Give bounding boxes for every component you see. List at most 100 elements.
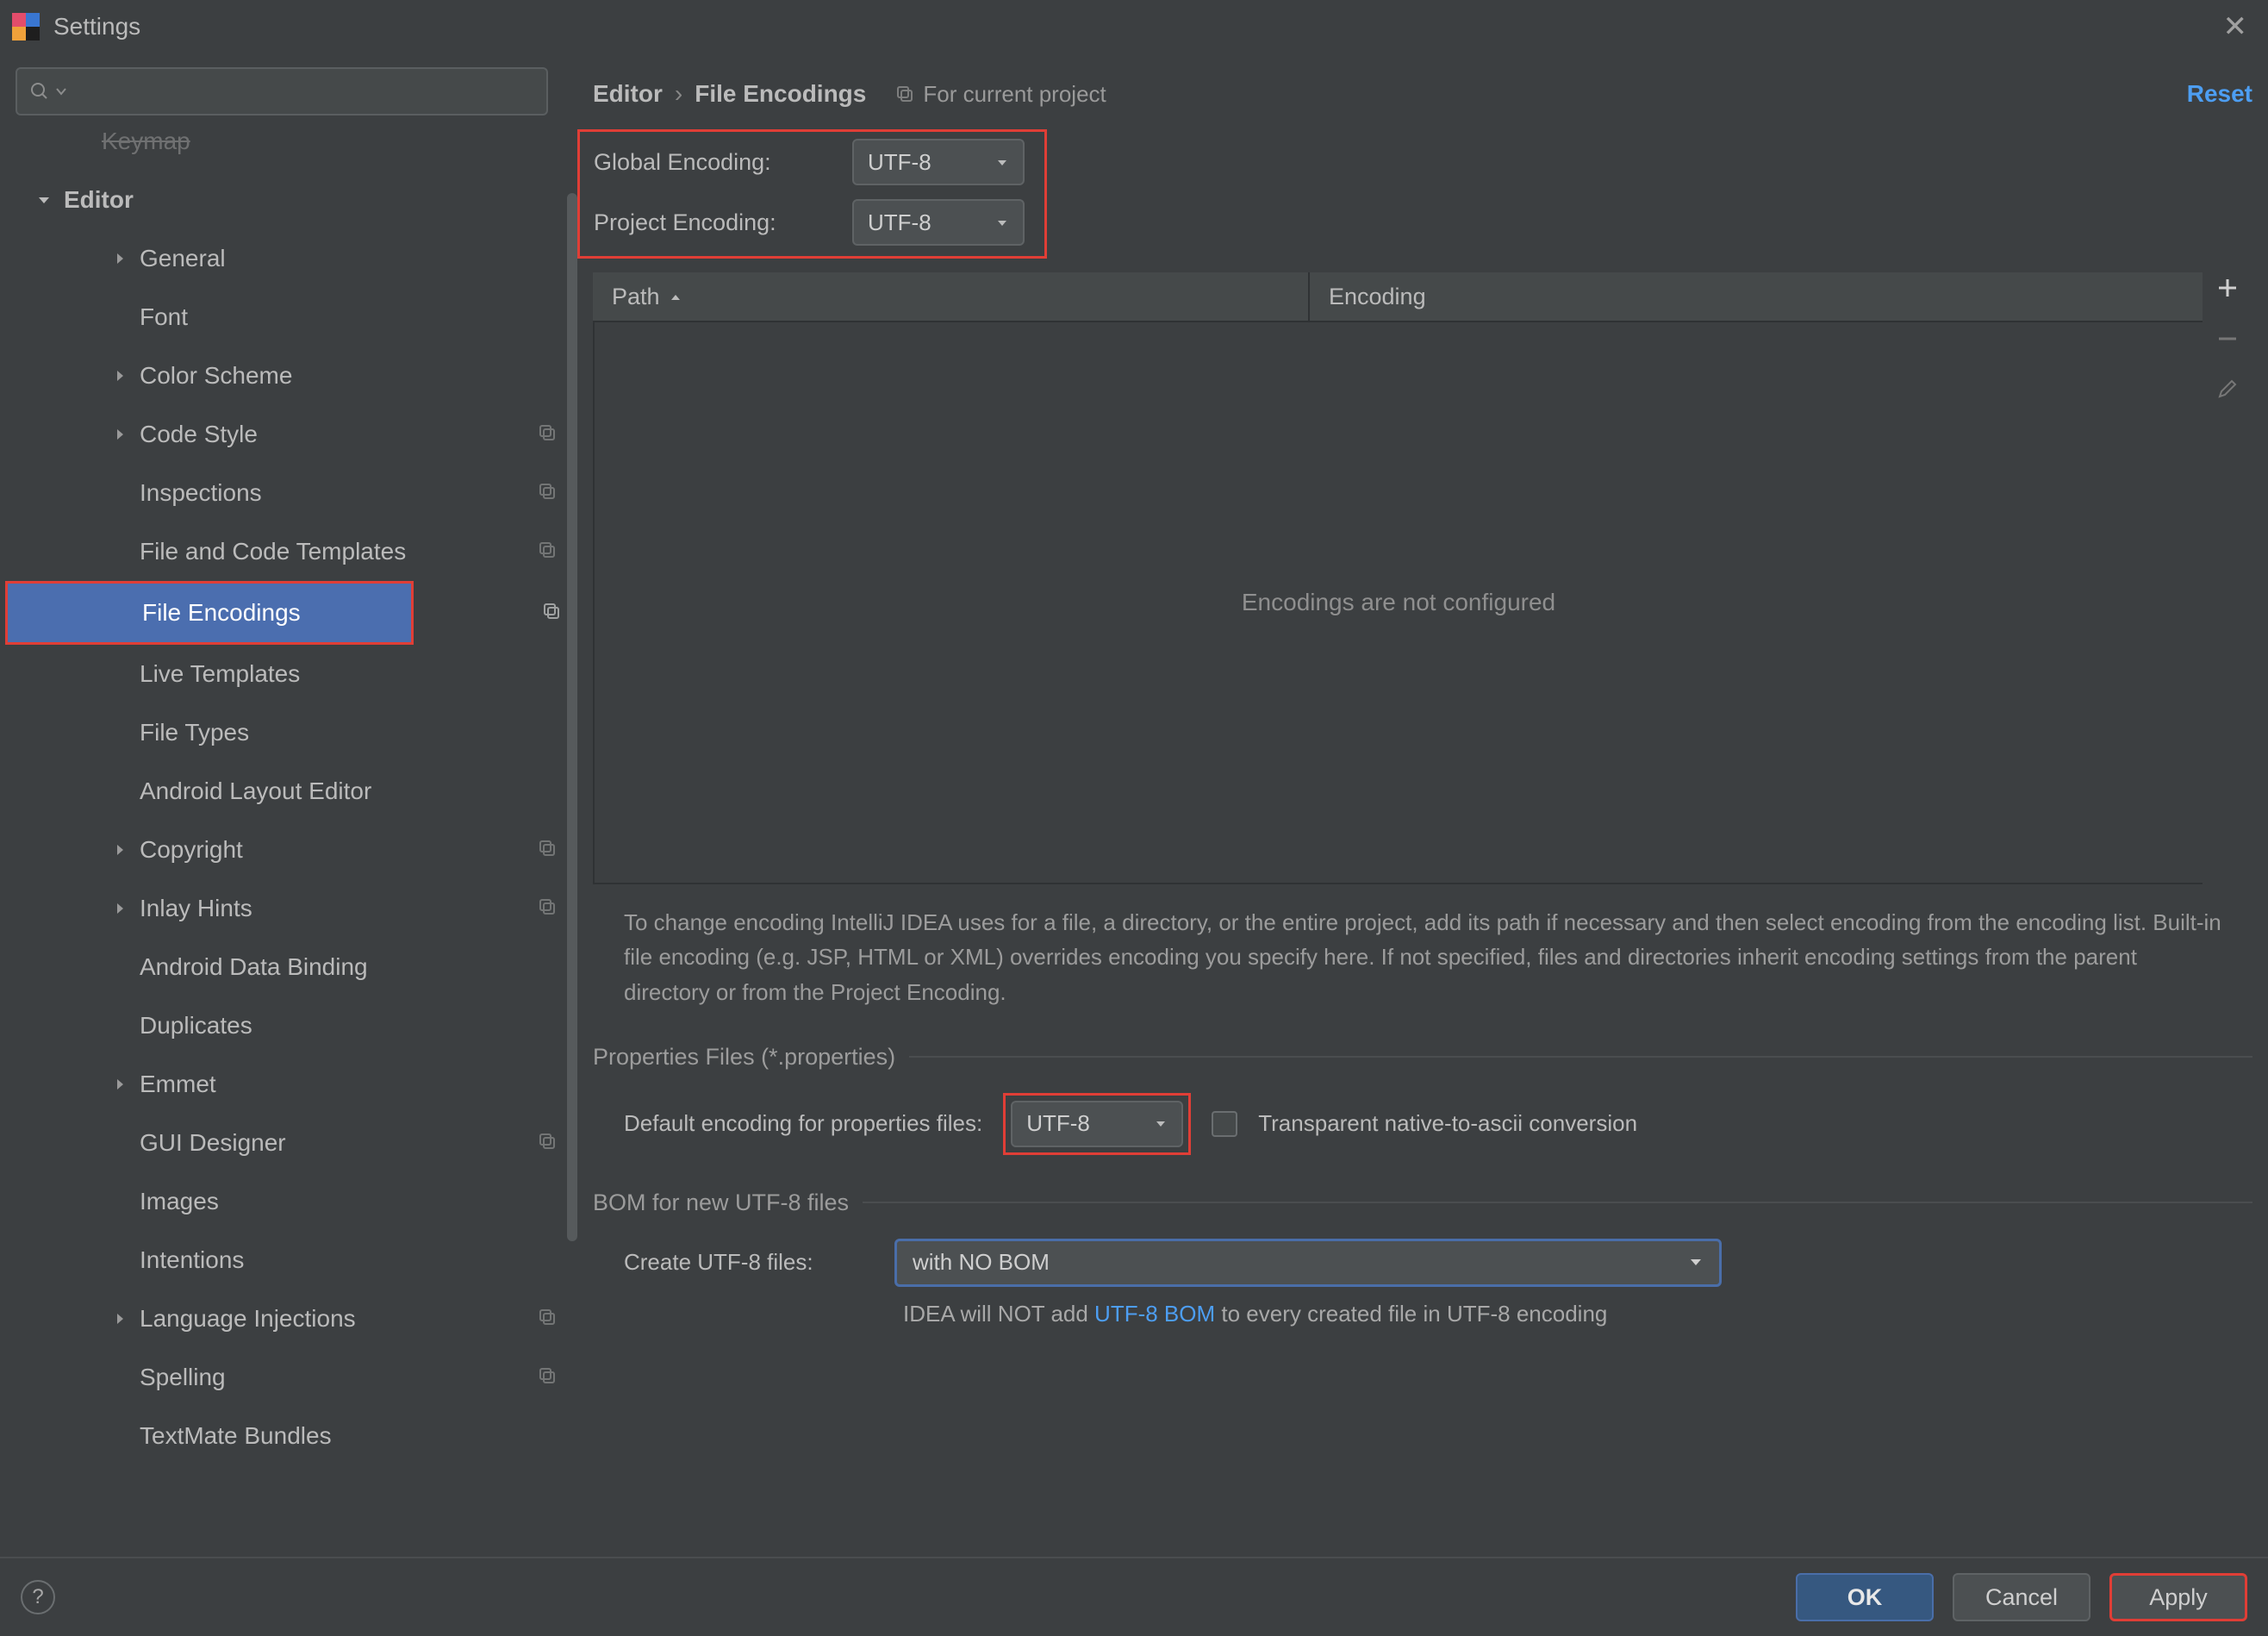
sort-asc-icon <box>669 284 682 310</box>
scope-label: For current project <box>923 81 1106 108</box>
properties-encoding-combo[interactable]: UTF-8 <box>1011 1101 1183 1147</box>
chevron-right-icon <box>109 902 131 915</box>
close-icon[interactable]: ✕ <box>2215 4 2257 49</box>
remove-icon[interactable] <box>2215 327 2240 357</box>
scope-icon <box>538 480 557 507</box>
scope-icon <box>895 84 914 103</box>
chevron-right-icon <box>109 369 131 383</box>
add-icon[interactable] <box>2215 276 2240 306</box>
tree-item-file-encodings[interactable]: File Encodings <box>8 584 411 642</box>
apply-button[interactable]: Apply <box>2109 1573 2247 1621</box>
content-header: Editor › File Encodings For current proj… <box>593 66 2252 122</box>
chevron-down-icon <box>995 149 1009 176</box>
tree-item-intentions[interactable]: Intentions <box>0 1231 577 1289</box>
help-button[interactable]: ? <box>21 1580 55 1614</box>
dialog-footer: ? OK Cancel Apply <box>0 1557 2268 1636</box>
tree-item-spelling[interactable]: Spelling <box>0 1348 577 1407</box>
bom-value: with NO BOM <box>913 1249 1050 1276</box>
tree-item-inlay-hints[interactable]: Inlay Hints <box>0 879 577 938</box>
tree-item-duplicates[interactable]: Duplicates <box>0 996 577 1055</box>
chevron-right-icon <box>109 252 131 265</box>
scope-icon <box>538 837 557 864</box>
chevron-down-icon <box>1154 1110 1168 1137</box>
table-col-encoding[interactable]: Encoding <box>1310 272 2203 321</box>
tree-item-emmet[interactable]: Emmet <box>0 1055 577 1114</box>
transparent-n2a-label[interactable]: Transparent native-to-ascii conversion <box>1258 1110 1637 1137</box>
scope-icon <box>538 421 557 448</box>
properties-encoding-label: Default encoding for properties files: <box>624 1110 982 1137</box>
chevron-right-icon: › <box>675 80 682 108</box>
scope-icon <box>538 1306 557 1333</box>
chevron-right-icon <box>109 1077 131 1091</box>
table-empty: Encodings are not configured <box>593 322 2203 884</box>
breadcrumb-editor[interactable]: Editor <box>593 80 663 108</box>
app-icon <box>12 13 40 41</box>
tree-item-editor[interactable]: Editor <box>0 171 577 229</box>
bom-section-title: BOM for new UTF-8 files <box>593 1190 2252 1216</box>
tree-item-inspections[interactable]: Inspections <box>0 464 577 522</box>
global-encoding-label: Global Encoding: <box>594 149 852 176</box>
bom-combo[interactable]: with NO BOM <box>894 1239 1722 1287</box>
chevron-right-icon <box>109 428 131 441</box>
global-encoding-combo[interactable]: UTF-8 <box>852 139 1025 185</box>
global-encoding-value: UTF-8 <box>868 149 932 176</box>
tree-item-font[interactable]: Font <box>0 288 577 347</box>
table-header: Path Encoding <box>593 272 2203 322</box>
tree-item-images[interactable]: Images <box>0 1172 577 1231</box>
chevron-down-icon <box>1688 1249 1704 1276</box>
table-col-path[interactable]: Path <box>593 272 1310 321</box>
properties-highlight: UTF-8 <box>1003 1093 1191 1155</box>
search-icon <box>29 81 50 102</box>
tree-item-color-scheme[interactable]: Color Scheme <box>0 347 577 405</box>
search-input[interactable] <box>16 67 548 116</box>
window-title: Settings <box>53 13 140 41</box>
titlebar: Settings ✕ <box>0 0 2268 53</box>
properties-encoding-value: UTF-8 <box>1026 1110 1090 1137</box>
chevron-down-icon <box>55 85 67 97</box>
reset-link[interactable]: Reset <box>2187 80 2252 108</box>
chevron-down-icon <box>995 209 1009 236</box>
tree-item-gui-designer[interactable]: GUI Designer <box>0 1114 577 1172</box>
tree-scrollbar[interactable] <box>567 193 577 1241</box>
scope-indicator: For current project <box>895 81 1106 108</box>
tree-item-general[interactable]: General <box>0 229 577 288</box>
ok-button[interactable]: OK <box>1796 1573 1934 1621</box>
tree-item-language-injections[interactable]: Language Injections <box>0 1289 577 1348</box>
scope-icon <box>538 1364 557 1391</box>
project-encoding-combo[interactable]: UTF-8 <box>852 199 1025 246</box>
tree-item-keymap[interactable]: Keymap <box>0 128 577 171</box>
settings-sidebar: Keymap Editor General Font Color Scheme <box>0 53 577 1557</box>
tree-item-android-data-binding[interactable]: Android Data Binding <box>0 938 577 996</box>
scope-icon <box>538 1130 557 1157</box>
utf8-bom-link[interactable]: UTF-8 BOM <box>1094 1301 1215 1327</box>
tree-item-file-types[interactable]: File Types <box>0 703 577 762</box>
scope-icon <box>542 600 561 627</box>
encodings-highlight: Global Encoding: UTF-8 Project Encoding:… <box>577 129 1047 259</box>
tree-item-code-style[interactable]: Code Style <box>0 405 577 464</box>
help-text: To change encoding IntelliJ IDEA uses fo… <box>593 905 2252 1009</box>
breadcrumb-file-encodings: File Encodings <box>695 80 866 108</box>
tree-item-textmate-bundles[interactable]: TextMate Bundles <box>0 1407 577 1465</box>
cancel-button[interactable]: Cancel <box>1953 1573 2090 1621</box>
chevron-down-icon <box>33 192 55 208</box>
transparent-n2a-checkbox[interactable] <box>1212 1111 1237 1137</box>
bom-hint: IDEA will NOT add UTF-8 BOM to every cre… <box>593 1301 2252 1327</box>
tree-item-live-templates[interactable]: Live Templates <box>0 645 577 703</box>
breadcrumb: Editor › File Encodings <box>593 80 866 108</box>
bom-label: Create UTF-8 files: <box>624 1249 874 1276</box>
project-encoding-value: UTF-8 <box>868 209 932 236</box>
chevron-right-icon <box>109 843 131 857</box>
edit-icon[interactable] <box>2216 378 2239 406</box>
scope-icon <box>538 896 557 922</box>
tree-item-copyright[interactable]: Copyright <box>0 821 577 879</box>
encodings-table: Path Encoding Encodings are not configur… <box>593 272 2252 884</box>
tree-item-android-layout-editor[interactable]: Android Layout Editor <box>0 762 577 821</box>
tree-item-file-code-templates[interactable]: File and Code Templates <box>0 522 577 581</box>
settings-tree[interactable]: Keymap Editor General Font Color Scheme <box>0 124 577 1557</box>
table-toolbar <box>2203 272 2252 884</box>
settings-content: Editor › File Encodings For current proj… <box>577 53 2268 1557</box>
properties-section-title: Properties Files (*.properties) <box>593 1044 2252 1071</box>
scope-icon <box>538 539 557 565</box>
chevron-right-icon <box>109 1312 131 1326</box>
project-encoding-label: Project Encoding: <box>594 209 852 236</box>
